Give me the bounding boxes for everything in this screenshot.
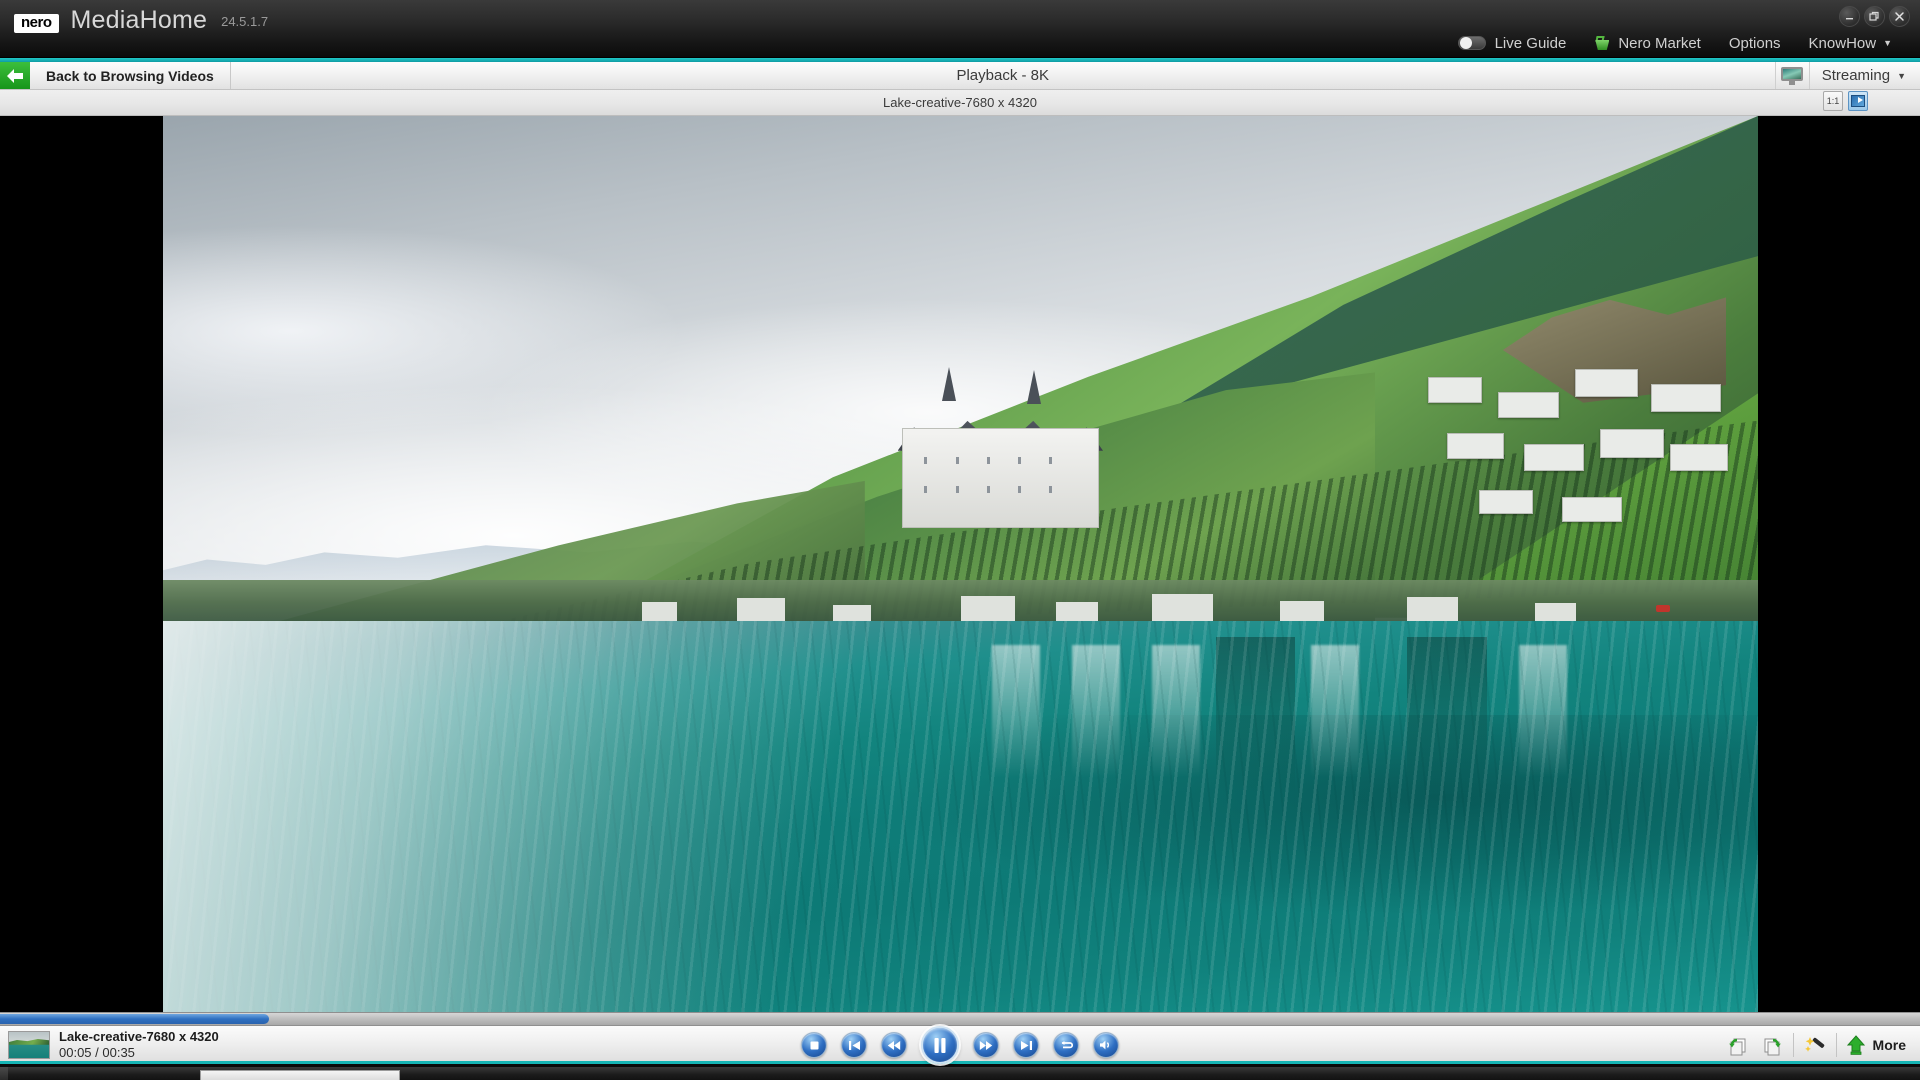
live-guide-toggle[interactable]: Live Guide [1444,30,1581,56]
back-arrow-icon[interactable] [0,62,30,89]
grand-hotel-building [889,367,1112,528]
live-guide-label: Live Guide [1495,35,1567,52]
nero-logo-icon: nero [14,14,59,33]
seek-bar[interactable] [0,1012,1920,1026]
restore-icon[interactable] [1864,6,1885,27]
fast-forward-button[interactable] [973,1032,999,1058]
view-mode-tools: 1:1 [1823,91,1868,111]
more-label: More [1873,1037,1906,1053]
seek-progress-fill [0,1014,269,1024]
nav-right-tools: Streaming ▼ [1775,62,1920,89]
taskbar-strip [0,1067,1920,1080]
next-button[interactable] [1013,1032,1039,1058]
monitor-icon[interactable] [1775,62,1809,89]
app-title: MediaHome [71,6,208,35]
player-control-bar: Lake-creative-7680 x 4320 00:05 / 00:35 [0,1026,1920,1064]
live-guide-switch-icon[interactable] [1458,36,1486,50]
nero-market-label: Nero Market [1618,35,1701,52]
media-filename: Lake-creative-7680 x 4320 [0,95,1920,110]
hillside-houses [1415,358,1734,546]
rewind-button[interactable] [881,1032,907,1058]
navigation-bar: Back to Browsing Videos Playback - 8K St… [0,62,1920,90]
taskbar-window-tile[interactable] [200,1070,400,1080]
water-layer [163,621,1758,1012]
chevron-down-icon: ▼ [1897,71,1906,81]
video-surface[interactable] [163,116,1758,1012]
red-boat [1656,605,1670,612]
knowhow-button[interactable]: KnowHow ▼ [1795,30,1906,56]
toggle-knob [1460,37,1472,49]
previous-button[interactable] [841,1032,867,1058]
app-version: 24.5.1.7 [221,14,268,29]
options-button[interactable]: Options [1715,30,1795,56]
actual-size-label: 1:1 [1827,96,1840,106]
rotate-left-button[interactable] [1721,1030,1755,1060]
title-bar: nero MediaHome 24.5.1.7 [0,0,1920,58]
options-label: Options [1729,35,1781,52]
up-arrow-icon [1845,1034,1867,1056]
pause-button[interactable] [921,1026,959,1064]
now-playing: Lake-creative-7680 x 4320 00:05 / 00:35 [8,1029,219,1062]
back-label-text: Back to Browsing Videos [46,68,214,84]
rotate-right-button[interactable] [1755,1030,1789,1060]
video-thumbnail[interactable] [8,1031,50,1059]
actual-size-button[interactable]: 1:1 [1823,91,1843,111]
streaming-label: Streaming [1822,67,1890,84]
shopping-basket-icon [1594,36,1610,50]
playback-title: Playback - 8K [231,62,1775,89]
close-icon[interactable] [1889,6,1910,27]
fit-screen-icon [1851,95,1865,107]
streaming-dropdown[interactable]: Streaming ▼ [1809,62,1920,89]
shore-buildings [163,580,1758,621]
media-info-bar: Lake-creative-7680 x 4320 1:1 [0,90,1920,116]
nero-market-button[interactable]: Nero Market [1580,30,1715,56]
now-playing-title: Lake-creative-7680 x 4320 [59,1029,219,1045]
transport-controls [801,1025,1119,1065]
window-controls [1839,6,1910,27]
knowhow-label: KnowHow [1809,35,1877,52]
playback-title-text: Playback - 8K [956,67,1049,84]
more-button[interactable]: More [1841,1034,1912,1056]
volume-button[interactable] [1093,1032,1119,1058]
divider [1836,1033,1837,1057]
video-stage[interactable] [0,116,1920,1012]
titlebar-menu: Live Guide Nero Market Options KnowHow ▼ [1444,30,1906,56]
enhance-button[interactable] [1798,1030,1832,1060]
divider [1793,1033,1794,1057]
player-right-tools: More [1721,1029,1912,1061]
fit-to-screen-button[interactable] [1848,91,1868,111]
stop-button[interactable] [801,1032,827,1058]
taskbar-start-edge [0,1067,8,1080]
brand: nero MediaHome 24.5.1.7 [14,6,268,35]
repeat-button[interactable] [1053,1032,1079,1058]
playback-time: 00:05 / 00:35 [59,1045,219,1061]
chevron-down-icon: ▼ [1883,38,1892,48]
minimize-icon[interactable] [1839,6,1860,27]
back-to-browsing-videos-button[interactable]: Back to Browsing Videos [30,62,231,89]
mediahome-window: nero MediaHome 24.5.1.7 [0,0,1920,1080]
